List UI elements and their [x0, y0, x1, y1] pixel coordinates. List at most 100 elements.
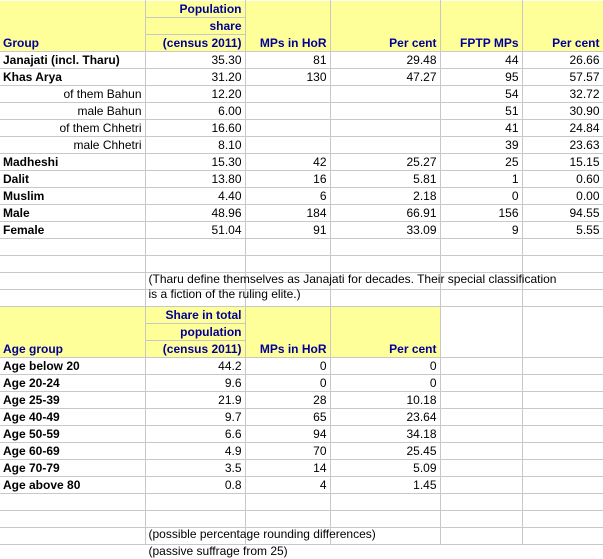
- table-row: male Bahun 6.00 51 30.90: [0, 103, 603, 120]
- row-label: Age 60-69: [0, 443, 145, 460]
- cell-age-per-cent: 5.09: [330, 460, 440, 477]
- empty-cell: [522, 494, 603, 511]
- cell-age-mps-in-hor: 94: [245, 426, 330, 443]
- cell-age-share: 21.9: [145, 392, 245, 409]
- footnote-rounding-row: (possible percentage rounding difference…: [0, 511, 603, 528]
- header-age-share-label-2: population: [180, 325, 241, 339]
- cell-population-share: 48.96: [145, 205, 245, 222]
- header-per-cent-fptp: Per cent: [522, 1, 603, 52]
- cell-per-cent-hor: [330, 120, 440, 137]
- row-label: Age 40-49: [0, 409, 145, 426]
- empty-cell: [0, 290, 145, 307]
- table-row: Muslim 4.40 6 2.18 0 0.00: [0, 188, 603, 205]
- cell-per-cent-hor: [330, 137, 440, 154]
- cell-mps-in-hor: 81: [245, 52, 330, 69]
- header-age-blank-1: [440, 307, 522, 358]
- header-mps-in-hor-label: MPs in HoR: [260, 36, 327, 50]
- empty-cell: [440, 409, 522, 426]
- empty-cell: [522, 409, 603, 426]
- header-age-share-label-1: Share in total: [165, 308, 241, 322]
- header-population-share-label-1: Population: [180, 2, 242, 16]
- cell-per-cent-hor: 47.27: [330, 69, 440, 86]
- cell-per-cent-fptp: 32.72: [522, 86, 603, 103]
- header-population-share-line2: share: [145, 18, 245, 35]
- header-population-share-label-2: share: [209, 19, 241, 33]
- header-group: Group: [0, 1, 145, 52]
- cell-per-cent-fptp: 30.90: [522, 103, 603, 120]
- cell-mps-in-hor: [245, 120, 330, 137]
- table-row: Khas Arya 31.20 130 47.27 95 57.57: [0, 69, 603, 86]
- cell-per-cent-hor: 33.09: [330, 222, 440, 239]
- cell-per-cent-hor: [330, 103, 440, 120]
- empty-cell: [440, 375, 522, 392]
- table-row: Janajati (incl. Tharu) 35.30 81 29.48 44…: [0, 52, 603, 69]
- table-row: Age below 20 44.2 0 0: [0, 358, 603, 375]
- cell-per-cent-hor: 66.91: [330, 205, 440, 222]
- row-label: Age 50-59: [0, 426, 145, 443]
- empty-cell: [330, 511, 440, 528]
- cell-fptp-mps: 9: [440, 222, 522, 239]
- cell-fptp-mps: 39: [440, 137, 522, 154]
- empty-cell: [0, 256, 145, 273]
- header-age-group-label: Age group: [3, 342, 63, 356]
- cell-per-cent-fptp: 94.55: [522, 205, 603, 222]
- header-age-share-label-3: (census 2011): [163, 342, 242, 356]
- cell-age-per-cent: 25.45: [330, 443, 440, 460]
- cell-mps-in-hor: 91: [245, 222, 330, 239]
- note-tharu: (Tharu define themselves as Janajati for…: [145, 256, 245, 273]
- empty-cell: [522, 392, 603, 409]
- cell-per-cent-fptp: 26.66: [522, 52, 603, 69]
- cell-age-mps-in-hor: 65: [245, 409, 330, 426]
- header-fptp-mps: FPTP MPs: [440, 1, 522, 52]
- cell-population-share: 51.04: [145, 222, 245, 239]
- empty-cell: [0, 511, 145, 528]
- header-population-share-line1: Population: [145, 1, 245, 18]
- cell-fptp-mps: 54: [440, 86, 522, 103]
- cell-mps-in-hor: 16: [245, 171, 330, 188]
- table-ethnic-header-row: Group Population MPs in HoR Per cent FPT…: [0, 1, 603, 18]
- row-label: Age 70-79: [0, 460, 145, 477]
- table-row: of them Bahun 12.20 54 32.72: [0, 86, 603, 103]
- empty-cell: [440, 426, 522, 443]
- empty-cell: [245, 494, 330, 511]
- cell-per-cent-hor: 5.81: [330, 171, 440, 188]
- table-row: Age 25-39 21.9 28 10.18: [0, 392, 603, 409]
- header-age-share-line2: population: [145, 324, 245, 341]
- row-label: Janajati (incl. Tharu): [0, 52, 145, 69]
- note-tharu-text: (Tharu define themselves as Janajati for…: [149, 272, 603, 302]
- cell-per-cent-fptp: 0.60: [522, 171, 603, 188]
- cell-fptp-mps: 51: [440, 103, 522, 120]
- empty-cell: [0, 494, 145, 511]
- header-age-group: Age group: [0, 307, 145, 358]
- table-row: Age 20-24 9.6 0 0: [0, 375, 603, 392]
- cell-per-cent-fptp: 0.00: [522, 188, 603, 205]
- empty-cell: [440, 239, 522, 256]
- table-row: Age above 80 0.8 4 1.45: [0, 477, 603, 494]
- row-label: male Bahun: [0, 103, 145, 120]
- cell-mps-in-hor: 42: [245, 154, 330, 171]
- empty-cell: [0, 273, 145, 290]
- table-row: Male 48.96 184 66.91 156 94.55: [0, 205, 603, 222]
- table-row: male Chhetri 8.10 39 23.63: [0, 137, 603, 154]
- spacer-row: [0, 494, 603, 511]
- table-row: Dalit 13.80 16 5.81 1 0.60: [0, 171, 603, 188]
- cell-mps-in-hor: 184: [245, 205, 330, 222]
- empty-cell: [0, 239, 145, 256]
- empty-cell: [522, 426, 603, 443]
- header-age-mps-in-hor-label: MPs in HoR: [260, 342, 327, 356]
- table-row: Madheshi 15.30 42 25.27 25 15.15: [0, 154, 603, 171]
- header-fptp-mps-label: FPTP MPs: [460, 36, 518, 50]
- row-label: Age 20-24: [0, 375, 145, 392]
- empty-cell: [330, 239, 440, 256]
- empty-cell: [440, 477, 522, 494]
- row-label: Female: [0, 222, 145, 239]
- cell-age-mps-in-hor: 0: [245, 375, 330, 392]
- cell-population-share: 35.30: [145, 52, 245, 69]
- empty-cell: [440, 460, 522, 477]
- cell-age-mps-in-hor: 0: [245, 358, 330, 375]
- empty-cell: [440, 494, 522, 511]
- row-label: male Chhetri: [0, 137, 145, 154]
- empty-cell: [440, 443, 522, 460]
- table-row: Age 40-49 9.7 65 23.64: [0, 409, 603, 426]
- row-label: Muslim: [0, 188, 145, 205]
